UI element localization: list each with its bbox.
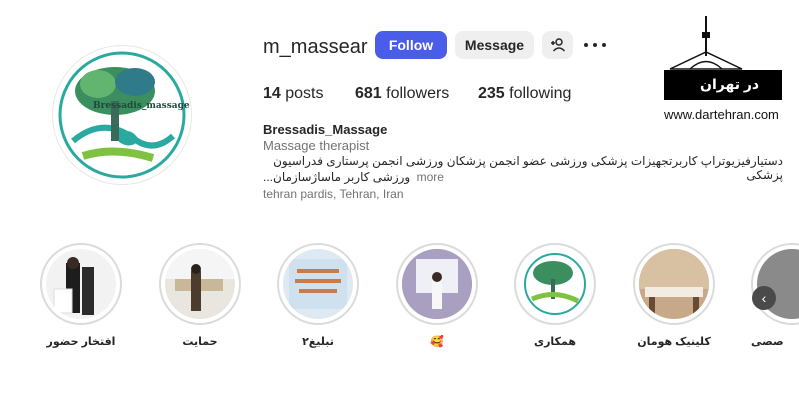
story-highlight[interactable]: صصی — [751, 243, 799, 348]
story-label: حمایت — [182, 336, 218, 348]
following-count: 235 — [478, 85, 505, 102]
story-label: صصی — [751, 336, 784, 348]
story-highlight[interactable]: تبلیغ۲ — [277, 243, 359, 348]
posts-count: 14 — [263, 85, 281, 102]
followers-count: 681 — [355, 85, 382, 102]
story-highlight[interactable]: 🥰 — [396, 243, 478, 348]
story-ring[interactable] — [40, 243, 122, 325]
message-button[interactable]: Message — [455, 31, 534, 59]
follow-button[interactable]: Follow — [375, 31, 447, 59]
story-thumbnail — [283, 249, 353, 319]
story-ring[interactable] — [396, 243, 478, 325]
story-ring[interactable] — [277, 243, 359, 325]
avatar-logo — [58, 51, 186, 179]
story-thumbnail — [639, 249, 709, 319]
category-label: Massage therapist — [263, 138, 370, 153]
story-label: تبلیغ۲ — [302, 336, 334, 348]
following-stat[interactable]: 235 following — [478, 85, 571, 103]
followers-stat[interactable]: 681 followers — [355, 85, 449, 103]
story-label: کلینیک هومان — [637, 336, 711, 348]
story-thumbnail — [165, 249, 235, 319]
story-thumbnail — [520, 249, 590, 319]
avatar-caption: Bressadis_massage — [93, 101, 190, 111]
watermark-url: www.dartehran.com — [664, 107, 779, 122]
story-ring[interactable] — [751, 243, 799, 325]
story-thumbnail — [46, 249, 116, 319]
story-label: همکاری — [534, 336, 576, 348]
story-label: 🥰 — [430, 336, 444, 348]
story-thumbnail — [402, 249, 472, 319]
story-highlight[interactable]: کلینیک هومان — [633, 243, 715, 348]
add-user-button[interactable] — [542, 31, 573, 59]
story-ring[interactable] — [633, 243, 715, 325]
posts-stat: 14 posts — [263, 85, 324, 103]
profile-avatar[interactable]: Bressadis_massage — [52, 45, 192, 185]
watermark-logo-text: در تهران — [700, 76, 760, 92]
story-highlight[interactable]: همکاری — [514, 243, 596, 348]
location: tehran pardis, Tehran, Iran — [263, 187, 404, 201]
following-label: following — [509, 85, 572, 102]
username: m_massear — [263, 36, 368, 58]
display-name: Bressadis_Massage — [263, 122, 388, 137]
add-user-icon — [550, 38, 565, 52]
bio-line-2: ورزشی کاربر ماساژسازمان... more — [263, 170, 444, 184]
more-options-icon[interactable] — [584, 36, 606, 54]
posts-label: posts — [285, 85, 324, 102]
story-highlight[interactable]: حمایت — [159, 243, 241, 348]
bio-line-2-text: ورزشی کاربر ماساژسازمان... — [263, 170, 411, 184]
story-ring[interactable] — [514, 243, 596, 325]
followers-label: followers — [386, 85, 450, 102]
story-highlight[interactable]: افتخار حضور — [40, 243, 122, 348]
story-label: افتخار حضور — [46, 336, 116, 348]
story-ring[interactable] — [159, 243, 241, 325]
bio-more-link[interactable]: more — [417, 170, 444, 184]
stories-prev-arrow-icon[interactable]: ‹ — [752, 286, 776, 310]
